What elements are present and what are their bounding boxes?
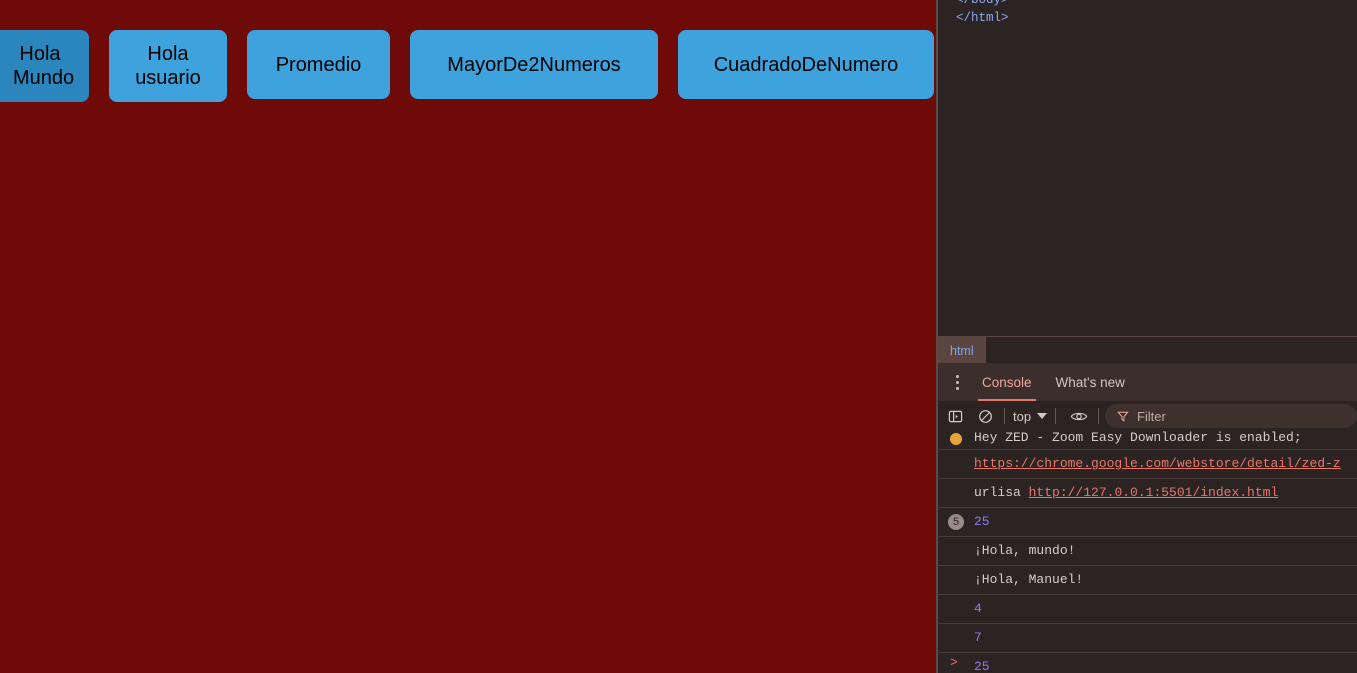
console-sidebar-toggle-icon[interactable]	[942, 403, 968, 429]
page-viewport: Hola Mundo Hola usuario Promedio MayorDe…	[0, 0, 936, 673]
console-filter-box[interactable]	[1105, 404, 1357, 428]
toolbar-divider-1	[1004, 408, 1005, 424]
console-message-4[interactable]: 4	[938, 595, 1357, 624]
console-toolbar: top	[938, 401, 1357, 432]
eye-icon[interactable]	[1066, 403, 1092, 429]
localhost-link[interactable]: http://127.0.0.1:5501/index.html	[1029, 485, 1279, 500]
filter-icon	[1117, 411, 1129, 422]
hola-usuario-button[interactable]: Hola usuario	[109, 30, 227, 102]
hola-mundo-button[interactable]: Hola Mundo	[0, 30, 89, 102]
console-message-urlisa[interactable]: urlisa http://127.0.0.1:5501/index.html	[938, 479, 1357, 508]
console-value: 7	[974, 630, 982, 645]
tab-console[interactable]: Console	[970, 363, 1044, 401]
function-button-bar: Hola Mundo Hola usuario Promedio MayorDe…	[0, 30, 934, 102]
browser-window: Hola Mundo Hola usuario Promedio MayorDe…	[0, 0, 1357, 673]
console-value: 4	[974, 601, 982, 616]
breadcrumb: html	[938, 336, 1357, 364]
execution-context-selector[interactable]: top	[1011, 409, 1049, 424]
extension-icon	[950, 433, 962, 445]
console-message-link-row[interactable]: https://chrome.google.com/webstore/detai…	[938, 450, 1357, 479]
console-message-hola-manuel[interactable]: ¡Hola, Manuel!	[938, 566, 1357, 595]
console-message-list[interactable]: Hey ZED - Zoom Easy Downloader is enable…	[938, 431, 1357, 673]
elements-dom-tree[interactable]: </body> </html>	[938, 0, 1357, 336]
chevron-down-icon	[1037, 413, 1048, 419]
repeat-count-badge: 5	[948, 514, 964, 530]
dom-line-html-close[interactable]: </html>	[938, 10, 1009, 26]
console-filter-input[interactable]	[1136, 408, 1347, 424]
console-message-extension[interactable]: Hey ZED - Zoom Easy Downloader is enable…	[938, 431, 1357, 450]
console-value: 25	[974, 514, 990, 529]
mayor-de-2-numeros-button[interactable]: MayorDe2Numeros	[410, 30, 658, 99]
clear-console-icon[interactable]	[972, 403, 998, 429]
drawer-tab-bar: Console What's new	[938, 363, 1357, 402]
promedio-button[interactable]: Promedio	[247, 30, 390, 99]
console-value: ¡Hola, mundo!	[974, 543, 1076, 558]
toolbar-divider-2	[1055, 408, 1057, 424]
devtools-panel: </body> </html> html Console What's new	[938, 0, 1357, 673]
cuadrado-de-numero-button[interactable]: CuadradoDeNumero	[678, 30, 934, 99]
console-prompt[interactable]: >	[938, 655, 1357, 673]
breadcrumb-item-html[interactable]: html	[938, 337, 986, 364]
console-message-label: urlisa	[974, 485, 1021, 500]
webstore-link[interactable]: https://chrome.google.com/webstore/detai…	[974, 456, 1341, 471]
tab-whats-new[interactable]: What's new	[1044, 363, 1137, 401]
execution-context-label: top	[1013, 408, 1032, 424]
console-message-hola-mundo[interactable]: ¡Hola, mundo!	[938, 537, 1357, 566]
toolbar-divider-3	[1098, 408, 1100, 424]
console-message-text: Hey ZED - Zoom Easy Downloader is enable…	[974, 431, 1302, 445]
more-options-icon[interactable]	[944, 363, 970, 401]
console-value: ¡Hola, Manuel!	[974, 572, 1084, 587]
dom-line-body-close[interactable]: </body>	[938, 0, 1009, 8]
console-message-7[interactable]: 7	[938, 624, 1357, 653]
console-message-repeated-25[interactable]: 5 25	[938, 508, 1357, 537]
